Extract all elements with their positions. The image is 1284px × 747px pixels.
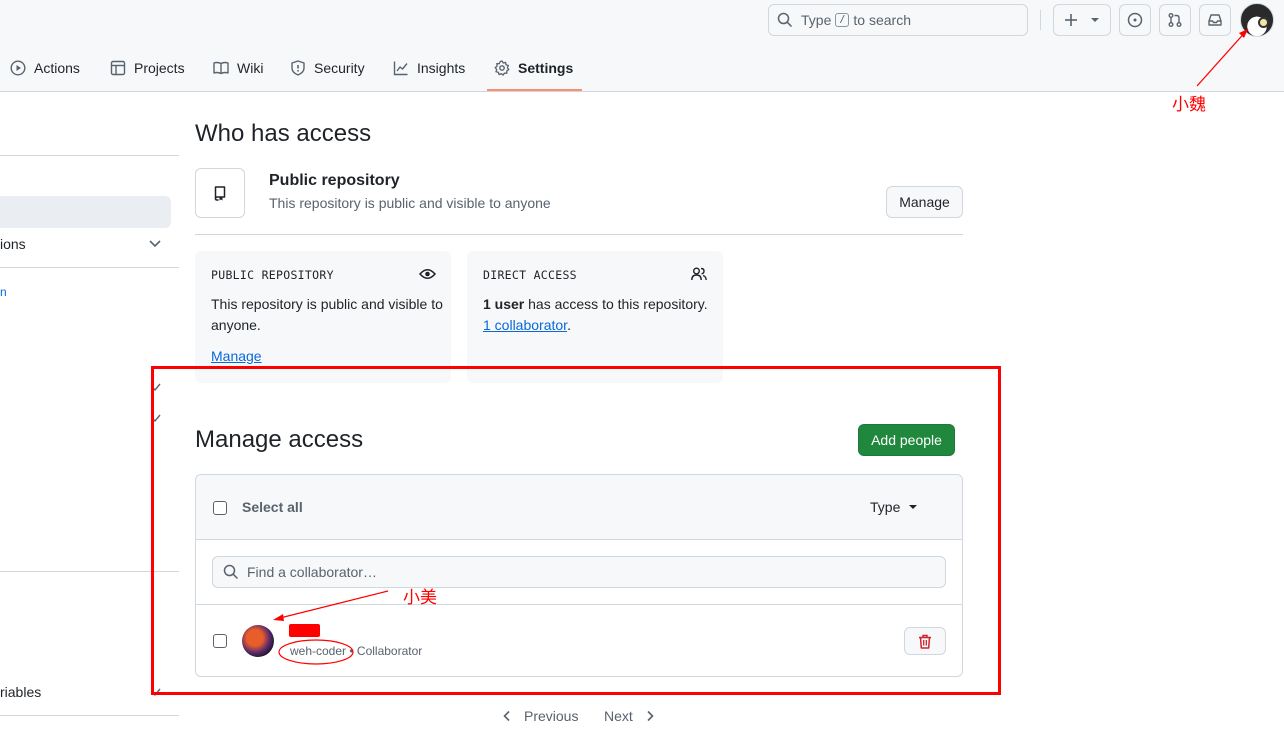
book-icon: [213, 61, 229, 75]
repo-visibility-icon-box: [195, 168, 245, 218]
direct-access-count: 1 user: [483, 296, 525, 312]
repo-visibility-description: This repository is public and visible to…: [269, 195, 551, 211]
sidebar-item-partial[interactable]: n: [0, 285, 7, 299]
tab-security[interactable]: Security: [290, 54, 365, 82]
active-tab-indicator: [487, 89, 582, 91]
eye-icon: [419, 269, 436, 279]
tab-settings[interactable]: Settings: [494, 54, 573, 82]
avatar-eye: [1258, 17, 1269, 28]
tab-label: Actions: [34, 60, 80, 76]
tab-projects[interactable]: Projects: [110, 54, 185, 82]
pagination-next[interactable]: Next: [604, 708, 655, 724]
public-repository-card: PUBLIC REPOSITORY This repository is pub…: [195, 251, 451, 383]
tab-insights[interactable]: Insights: [393, 54, 465, 82]
tab-label: Security: [314, 60, 365, 76]
create-new-button[interactable]: [1053, 4, 1111, 36]
people-icon: [691, 267, 707, 281]
issue-opened-icon: [1127, 12, 1143, 28]
tab-label: Projects: [134, 60, 185, 76]
graph-icon: [393, 61, 408, 76]
collaborator-link[interactable]: 1 collaborator: [483, 317, 567, 333]
chevron-down-icon[interactable]: [148, 238, 162, 250]
tab-label: Settings: [518, 60, 574, 76]
direct-access-card: DIRECT ACCESS 1 user has access to this …: [467, 251, 723, 383]
user-avatar-button[interactable]: [1240, 3, 1274, 37]
tab-label: Wiki: [237, 60, 264, 76]
pull-requests-button[interactable]: [1159, 4, 1191, 36]
who-has-access-title: Who has access: [195, 120, 372, 147]
search-icon: [777, 12, 793, 28]
direct-access-text: has access to this repository.: [524, 296, 708, 312]
sidebar-divider: [0, 715, 179, 716]
triangle-down-icon: [1091, 18, 1099, 22]
annotation-label-top: 小魏: [1172, 95, 1206, 115]
sidebar-item-partial[interactable]: ions: [0, 236, 26, 252]
card-title: DIRECT ACCESS: [483, 268, 577, 282]
card-title: PUBLIC REPOSITORY: [211, 268, 334, 282]
sidebar-item-partial[interactable]: riables: [0, 684, 41, 700]
tab-label: Insights: [417, 60, 466, 76]
plus-icon: [1065, 14, 1077, 26]
sidebar-divider: [0, 155, 179, 156]
section-divider: [195, 234, 963, 235]
search-shortcut-key: /: [835, 13, 850, 27]
direct-access-tail: .: [567, 317, 571, 333]
sidebar-item-collaborators[interactable]: [0, 196, 171, 228]
global-search-input[interactable]: Type / to search: [768, 4, 1028, 36]
repo-icon: [214, 186, 226, 201]
inbox-icon: [1208, 14, 1222, 26]
tab-wiki[interactable]: Wiki: [213, 54, 263, 82]
git-pull-request-icon: [1168, 13, 1182, 27]
repo-visibility-title: Public repository: [269, 172, 400, 189]
chevron-left-icon: [503, 710, 510, 722]
shield-icon: [291, 60, 305, 76]
annotation-highlight-box: [151, 366, 1001, 695]
manage-visibility-button[interactable]: Manage: [886, 186, 963, 218]
gear-icon: [494, 60, 510, 76]
table-icon: [110, 60, 126, 76]
inbox-button[interactable]: [1199, 4, 1231, 36]
issues-button[interactable]: [1119, 4, 1151, 36]
search-prefix: Type: [801, 12, 832, 28]
next-label: Next: [604, 708, 633, 724]
annotation-label-collaborator: 小美: [403, 588, 437, 608]
chevron-right-icon: [647, 710, 654, 722]
card-body: 1 user has access to this repository. 1 …: [483, 294, 715, 336]
header-divider: [1040, 10, 1041, 30]
previous-label: Previous: [524, 708, 579, 724]
play-icon: [10, 60, 26, 76]
sidebar-divider: [0, 267, 179, 268]
tab-actions[interactable]: Actions: [10, 54, 80, 82]
card-body: This repository is public and visible to…: [211, 296, 443, 333]
search-suffix: to search: [853, 12, 911, 28]
manage-link[interactable]: Manage: [211, 348, 262, 364]
pagination-previous[interactable]: Previous: [502, 708, 578, 724]
